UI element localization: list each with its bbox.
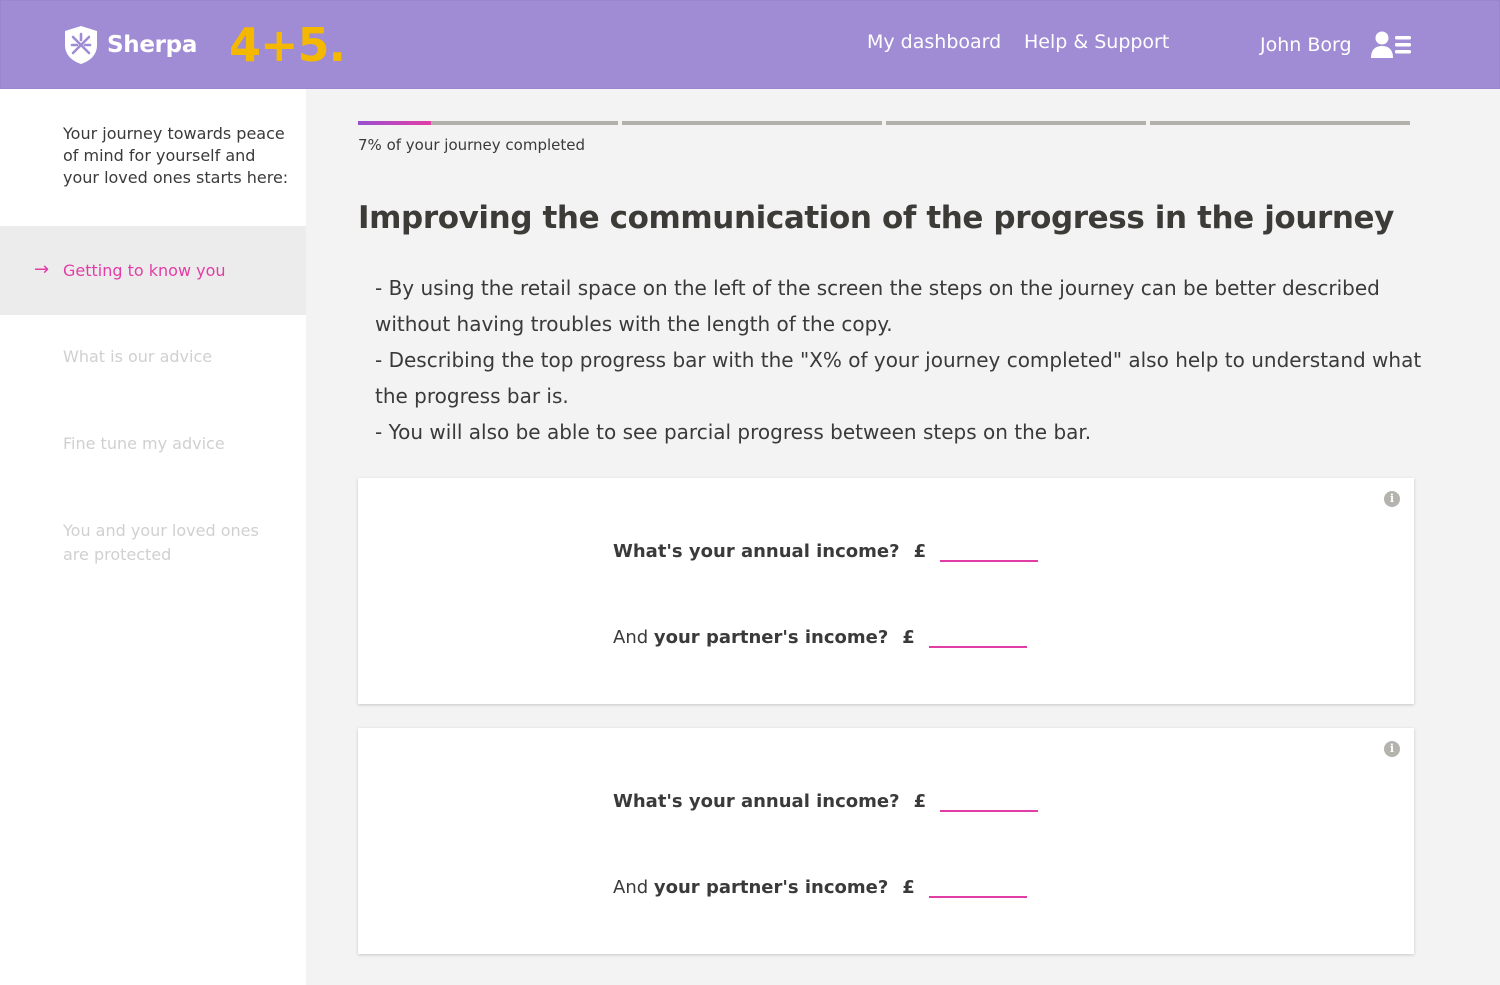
progress-fill [358,121,431,125]
sidebar-step-what-is-our-advice[interactable]: What is our advice [63,345,263,369]
currency-symbol: £ [902,627,915,648]
currency-symbol: £ [913,541,927,562]
nav-help-support-link[interactable]: Help & Support [1024,31,1169,53]
user-profile-icon[interactable] [1370,30,1412,60]
annual-income-question: What's your annual income? £ [613,786,1039,812]
progress-segment [886,121,1146,125]
progress-label: 7% of your journey completed [358,136,586,154]
nav-dashboard-link[interactable]: My dashboard [867,31,1001,53]
journey-sidebar: Your journey towards peace of mind for y… [0,89,306,985]
income-card: i What's your annual income? £ And your … [358,478,1414,704]
partner-income-prefix: And [613,877,649,898]
nav-dashboard[interactable]: My dashboard [867,31,1001,53]
sidebar-step-fine-tune-my-advice[interactable]: Fine tune my advice [63,432,263,456]
description-item: - You will also be able to see parcial p… [375,420,1092,444]
sidebar-step-getting-to-know-you[interactable]: → Getting to know you [0,226,306,315]
progress-segment [622,121,882,125]
sherpa-logo[interactable]: Sherpa [63,25,197,65]
description-item: - By using the retail space on the left … [375,276,1380,336]
description-list: - By using the retail space on the left … [375,270,1445,450]
user-menu[interactable]: John Borg [1260,30,1412,60]
annual-income-input[interactable] [940,536,1039,562]
partner-income-input[interactable] [928,872,1027,898]
annual-income-label: What's your annual income? [613,791,900,812]
user-name[interactable]: John Borg [1260,34,1352,56]
info-icon[interactable]: i [1384,491,1400,507]
progress-segment [358,121,618,125]
info-icon[interactable]: i [1384,741,1400,757]
partner-income-input[interactable] [928,622,1027,648]
annual-income-question: What's your annual income? £ [613,536,1039,562]
journey-progress-bar [358,121,1410,125]
description-item: - Describing the top progress bar with t… [375,348,1422,408]
partner-income-question: And your partner's income? £ [613,622,1027,648]
income-card: i What's your annual income? £ And your … [358,728,1414,954]
page-title: Improving the communication of the progr… [358,200,1394,236]
currency-symbol: £ [913,791,927,812]
currency-symbol: £ [902,877,915,898]
version-badge: 4+5. [229,18,346,72]
sidebar-step-you-and-your-loved-ones[interactable]: You and your loved ones are protected [63,519,263,567]
progress-segment [1150,121,1410,125]
annual-income-input[interactable] [940,786,1039,812]
annual-income-label: What's your annual income? [613,541,900,562]
brand-name: Sherpa [107,32,198,58]
partner-income-label: your partner's income? [653,627,889,648]
partner-income-question: And your partner's income? £ [613,872,1027,898]
shield-logo-icon [65,26,97,64]
sidebar-intro: Your journey towards peace of mind for y… [63,124,289,187]
arrow-right-icon: → [34,259,50,280]
top-bar: Sherpa 4+5. My dashboard Help & Support … [0,0,1500,89]
partner-income-prefix: And [613,627,649,648]
nav-help-support[interactable]: Help & Support [1024,31,1169,53]
partner-income-label: your partner's income? [653,877,889,898]
sidebar-step-label: Getting to know you [63,261,226,280]
